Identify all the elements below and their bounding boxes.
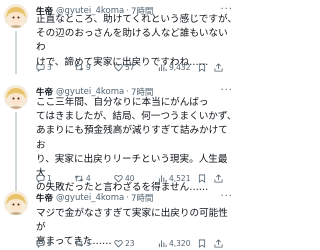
tweet-thread: 牛帝 @gyutei_4koma · 7時間 ··· 正直なところ、助けてくれと… bbox=[0, 0, 241, 250]
tweet[interactable]: 牛帝 @gyutei_4koma · 7時間 ··· マジで金がなさすぎて実家に… bbox=[0, 191, 241, 249]
views-count: 4,320 bbox=[169, 238, 191, 248]
author-name[interactable]: 牛帝 bbox=[36, 192, 53, 204]
thread-line bbox=[15, 31, 17, 74]
tweet[interactable]: 牛帝 @gyutei_4koma · 7時間 ··· 正直なところ、助けてくれと… bbox=[0, 4, 241, 74]
author-handle[interactable]: @gyutei_4koma bbox=[56, 87, 124, 97]
retweet-icon bbox=[74, 63, 84, 71]
retweet-icon bbox=[74, 239, 84, 247]
like-count: 40 bbox=[125, 173, 135, 183]
retweet-count: 9 bbox=[86, 62, 91, 72]
reply-count: 3 bbox=[47, 238, 52, 248]
avatar[interactable] bbox=[4, 85, 28, 109]
retweet-icon bbox=[74, 174, 84, 182]
reply-icon bbox=[36, 63, 45, 72]
tweet-actions: 1 4 40 4,521 bbox=[36, 172, 235, 184]
tweet[interactable]: 牛帝 @gyutei_4koma · 7時間 ··· ここ三年間、自分なりに本当… bbox=[0, 85, 241, 193]
reply-button[interactable]: 1 bbox=[36, 174, 74, 183]
views-button[interactable]: 9,432 bbox=[158, 63, 198, 72]
views-button[interactable]: 4,320 bbox=[158, 239, 198, 248]
retweet-count: 3 bbox=[86, 238, 91, 248]
author-handle[interactable]: @gyutei_4koma bbox=[56, 193, 124, 203]
views-chart-icon bbox=[158, 239, 167, 247]
share-button[interactable] bbox=[214, 62, 226, 72]
heart-icon bbox=[114, 174, 123, 182]
retweet-button[interactable]: 9 bbox=[74, 63, 114, 72]
tweet-actions: 3 3 23 4,320 bbox=[36, 237, 235, 249]
like-button[interactable]: 40 bbox=[114, 174, 158, 183]
reply-count: 3 bbox=[47, 62, 52, 72]
reply-icon bbox=[36, 239, 45, 248]
retweet-button[interactable]: 3 bbox=[74, 239, 114, 248]
views-chart-icon bbox=[158, 174, 167, 182]
like-button[interactable]: 57 bbox=[114, 63, 158, 72]
reply-icon bbox=[36, 174, 45, 183]
retweet-button[interactable]: 4 bbox=[74, 174, 114, 183]
views-count: 4,521 bbox=[169, 173, 191, 183]
heart-icon bbox=[114, 63, 123, 71]
retweet-count: 4 bbox=[86, 173, 91, 183]
bookmark-button[interactable] bbox=[198, 239, 214, 248]
reply-button[interactable]: 3 bbox=[36, 239, 74, 248]
separator-dot: · bbox=[126, 192, 129, 203]
bookmark-icon bbox=[198, 239, 206, 248]
bookmark-icon bbox=[198, 174, 206, 183]
avatar[interactable] bbox=[4, 4, 28, 28]
share-icon bbox=[214, 62, 223, 72]
like-button[interactable]: 23 bbox=[114, 239, 158, 248]
like-count: 23 bbox=[125, 238, 135, 248]
bookmark-button[interactable] bbox=[198, 63, 214, 72]
share-button[interactable] bbox=[214, 173, 226, 183]
separator-dot: · bbox=[126, 86, 129, 97]
share-icon bbox=[214, 173, 223, 183]
views-button[interactable]: 4,521 bbox=[158, 174, 198, 183]
bookmark-icon bbox=[198, 63, 206, 72]
bookmark-button[interactable] bbox=[198, 174, 214, 183]
views-count: 9,432 bbox=[169, 62, 191, 72]
share-button[interactable] bbox=[214, 238, 226, 248]
heart-icon bbox=[114, 239, 123, 247]
like-count: 57 bbox=[125, 62, 135, 72]
views-chart-icon bbox=[158, 63, 167, 71]
tweet-actions: 3 9 57 9,432 bbox=[36, 61, 235, 73]
share-icon bbox=[214, 238, 223, 248]
more-options-icon[interactable]: ··· bbox=[220, 191, 233, 203]
tweet-header: 牛帝 @gyutei_4koma · 7時間 bbox=[36, 191, 153, 204]
thread-line bbox=[15, 112, 17, 191]
avatar[interactable] bbox=[4, 191, 28, 215]
reply-count: 1 bbox=[47, 173, 52, 183]
timestamp[interactable]: 7時間 bbox=[131, 192, 153, 204]
reply-button[interactable]: 3 bbox=[36, 63, 74, 72]
